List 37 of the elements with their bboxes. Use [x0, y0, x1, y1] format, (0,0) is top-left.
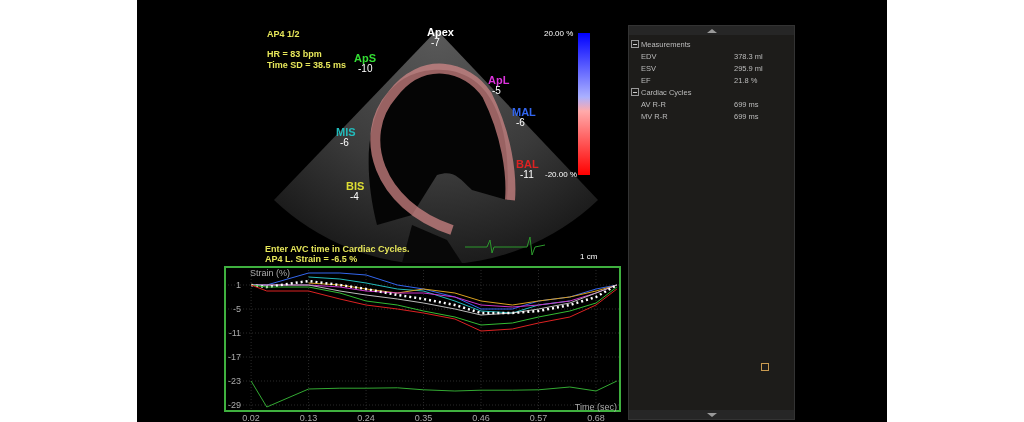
x-tick-label: 0.57 — [529, 413, 548, 422]
x-tick-label: 0.13 — [299, 413, 318, 422]
segment-value: -7 — [431, 38, 440, 48]
global-strain-text: AP4 L. Strain = -6.5 % — [265, 255, 358, 264]
y-tick-label: -5 — [233, 304, 241, 314]
segment-label: ApS — [354, 53, 376, 64]
segment-value: -11 — [520, 170, 534, 180]
segment-label: ApL — [488, 75, 510, 86]
segment-label: Apex — [427, 27, 454, 38]
x-axis-label: Time (sec) — [574, 402, 617, 412]
y-tick-label: -23 — [228, 376, 241, 386]
segment-label: BIS — [346, 181, 365, 192]
segment-value: -10 — [358, 64, 373, 74]
heart-rate-text: HR = 83 bpm — [267, 50, 322, 59]
x-tick-label: 0.46 — [472, 413, 490, 422]
x-tick-label: 0.24 — [357, 413, 375, 422]
x-tick-label: 0.35 — [414, 413, 433, 422]
instruction-text: Enter AVC time in Cardiac Cycles. — [265, 245, 410, 254]
segment-value: -4 — [350, 192, 359, 202]
segment-value: -6 — [516, 118, 525, 128]
y-tick-label: -17 — [228, 352, 241, 362]
segment-value: -5 — [492, 86, 501, 96]
view-label: AP4 1/2 — [267, 30, 300, 39]
y-axis-label: Strain (%) — [250, 268, 290, 278]
x-tick-label: 0.68 — [587, 413, 605, 422]
time-sd-text: Time SD = 38.5 ms — [267, 61, 347, 70]
x-tick-label: 0.02 — [242, 413, 260, 422]
y-tick-label: 1 — [236, 280, 241, 290]
segment-value: -6 — [340, 138, 349, 148]
y-tick-label: -11 — [228, 328, 241, 338]
depth-marker-label: 1 cm — [580, 253, 598, 261]
segment-label: BAL — [516, 159, 539, 170]
segment-label: MAL — [512, 107, 536, 118]
segment-label: MIS — [336, 127, 356, 138]
scale-min-label: -20.00 % — [545, 171, 578, 179]
y-tick-label: -29 — [228, 400, 241, 410]
scale-max-label: 20.00 % — [544, 30, 574, 38]
